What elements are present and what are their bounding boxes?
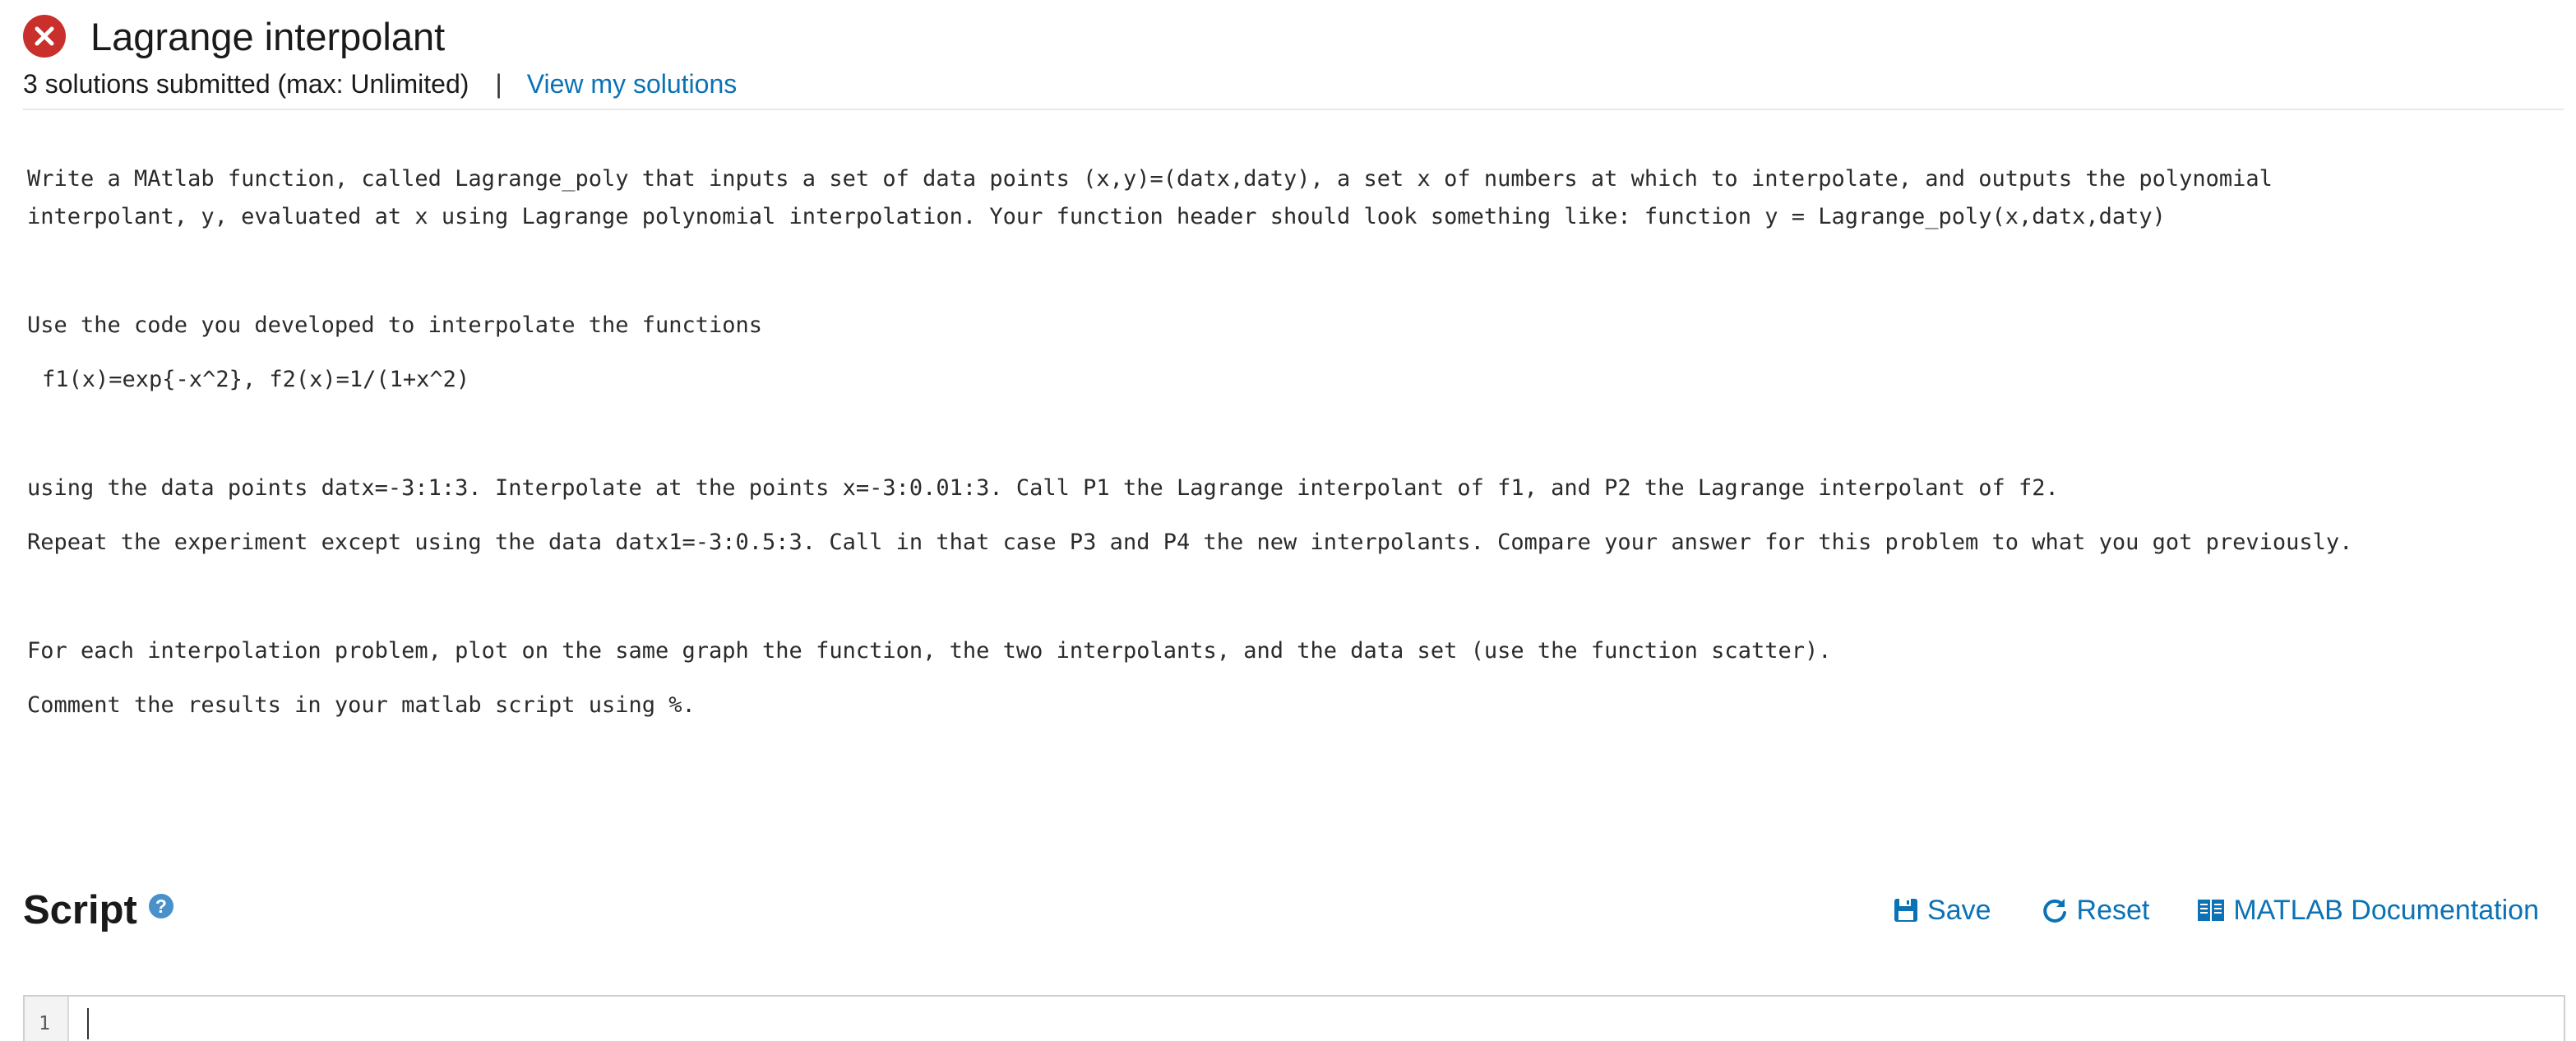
description-line: For each interpolation problem, plot on … bbox=[27, 638, 1832, 664]
save-button[interactable]: Save bbox=[1893, 895, 1991, 927]
description-line: Repeat the experiment except using the d… bbox=[27, 530, 2353, 555]
problem-title: Lagrange interpolant bbox=[90, 14, 446, 58]
script-editor[interactable]: 1 bbox=[23, 995, 2565, 1041]
separator: | bbox=[495, 68, 502, 99]
view-solutions-link[interactable]: View my solutions bbox=[527, 69, 738, 99]
line-number: 1 bbox=[39, 1013, 50, 1034]
save-label: Save bbox=[1927, 894, 1991, 926]
text-cursor bbox=[87, 1008, 89, 1039]
close-circle-icon bbox=[23, 15, 66, 58]
submissions-count: 3 solutions submitted (max: Unlimited) bbox=[23, 68, 469, 99]
title-row: Lagrange interpolant bbox=[23, 12, 2564, 61]
line-number-gutter: 1 bbox=[25, 997, 69, 1041]
script-section-header: Script ? Save Reset MATLAB Documentation bbox=[23, 881, 2539, 939]
problem-description: Write a MAtlab function, called Lagrange… bbox=[27, 160, 2543, 724]
description-line: Comment the results in your matlab scrip… bbox=[27, 692, 696, 718]
header-divider bbox=[23, 109, 2564, 110]
submission-info: 3 solutions submitted (max: Unlimited) |… bbox=[23, 66, 2564, 102]
description-line: f1(x)=exp{-x^2}, f2(x)=1/(1+x^2) bbox=[42, 367, 470, 392]
docs-label: MATLAB Documentation bbox=[2233, 894, 2539, 926]
description-line: using the data points datx=-3:1:3. Inter… bbox=[27, 475, 2059, 501]
description-line: Write a MAtlab function, called Lagrange… bbox=[27, 166, 2273, 192]
reset-icon bbox=[2042, 899, 2066, 923]
description-line: Use the code you developed to interpolat… bbox=[27, 312, 763, 338]
book-icon bbox=[2198, 900, 2225, 921]
script-heading: Script bbox=[23, 888, 137, 932]
matlab-documentation-link[interactable]: MATLAB Documentation bbox=[2197, 895, 2539, 927]
code-input-area[interactable] bbox=[71, 997, 2564, 1041]
save-icon bbox=[1894, 899, 1918, 922]
script-toolbar: Save Reset MATLAB Documentation bbox=[1843, 881, 2539, 939]
reset-label: Reset bbox=[2076, 894, 2150, 926]
question-circle-icon[interactable]: ? bbox=[148, 894, 173, 918]
problem-header: Lagrange interpolant 3 solutions submitt… bbox=[23, 12, 2564, 102]
description-line: interpolant, y, evaluated at x using Lag… bbox=[27, 204, 2166, 229]
reset-button[interactable]: Reset bbox=[2041, 894, 2150, 927]
